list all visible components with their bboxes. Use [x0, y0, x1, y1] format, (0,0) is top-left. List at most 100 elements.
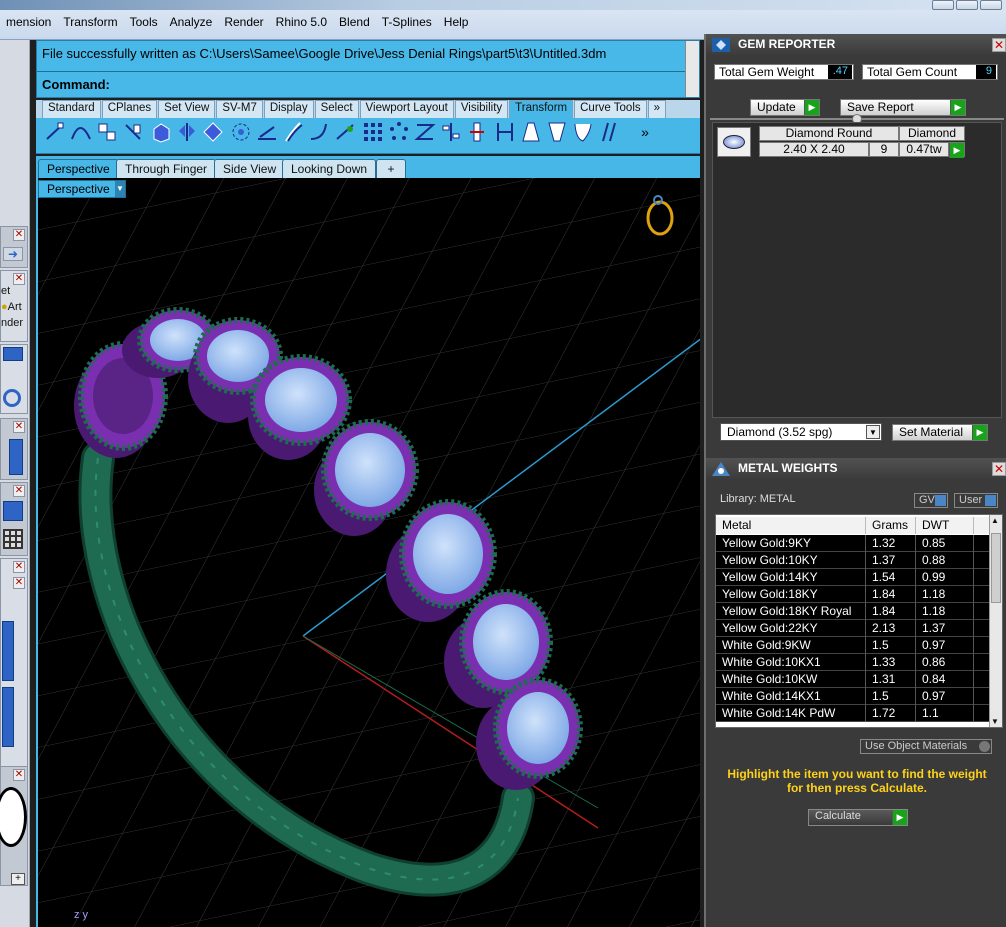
table-row[interactable]: White Gold:14KX1 1.5 0.97 — [716, 688, 990, 705]
material-select[interactable]: Diamond (3.52 spg) ▼ — [720, 423, 882, 441]
plus-icon[interactable]: + — [11, 873, 25, 885]
scroll-thumb[interactable] — [991, 533, 1001, 603]
close-icon[interactable]: ✕ — [13, 229, 25, 241]
column-header-dwt[interactable]: DWT — [916, 517, 974, 534]
close-icon[interactable]: ✕ — [13, 561, 25, 573]
menu-tools[interactable]: Tools — [124, 15, 164, 29]
tab-transform[interactable]: Transform — [509, 100, 574, 118]
table-scrollbar[interactable]: ▲ ▼ — [989, 515, 1002, 727]
tab-sv-m7[interactable]: SV-M7 — [216, 100, 263, 118]
grid-icon[interactable] — [3, 529, 23, 549]
array-icon[interactable] — [362, 121, 384, 143]
maelstrom-icon[interactable] — [598, 121, 620, 143]
tab-more[interactable]: » — [647, 100, 667, 118]
gv-toggle[interactable]: GV — [914, 493, 948, 508]
twist-icon[interactable] — [282, 121, 304, 143]
maximize-button[interactable] — [956, 0, 978, 10]
circle-icon[interactable] — [3, 389, 21, 407]
tab-cplanes[interactable]: CPlanes — [101, 100, 158, 118]
orient-icon[interactable] — [202, 121, 224, 143]
menu-blend[interactable]: Blend — [333, 15, 376, 29]
table-row[interactable]: Yellow Gold:18KY 1.84 1.18 — [716, 586, 990, 603]
curve-icon[interactable] — [70, 121, 92, 143]
command-prompt[interactable]: Command: — [42, 77, 110, 92]
table-row[interactable]: Yellow Gold:9KY 1.32 0.85 — [716, 535, 990, 552]
slider-icon[interactable] — [9, 439, 23, 475]
bend-icon[interactable] — [308, 121, 330, 143]
scale-icon[interactable] — [150, 121, 172, 143]
scroll-up-icon[interactable]: ▲ — [991, 516, 999, 525]
mirror-icon[interactable] — [176, 121, 198, 143]
column-header-metal[interactable]: Metal — [716, 517, 866, 534]
set-material-button[interactable]: Set Material ▶ — [892, 424, 988, 441]
chevron-down-icon[interactable]: ▼ — [115, 181, 125, 197]
close-window-button[interactable] — [980, 0, 1002, 10]
panel-icon[interactable] — [3, 501, 23, 521]
table-row[interactable]: White Gold:10KX1 1.33 0.86 — [716, 654, 990, 671]
tab-set-view[interactable]: Set View — [158, 100, 216, 118]
calculate-button[interactable]: Calculate ▶ — [808, 809, 908, 826]
perspective-viewport[interactable]: Perspective ▼ z y — [36, 178, 700, 927]
user-toggle[interactable]: User — [954, 493, 998, 508]
menu-help[interactable]: Help — [438, 15, 475, 29]
minimize-button[interactable] — [932, 0, 954, 10]
tab-viewport-layout[interactable]: Viewport Layout — [359, 100, 454, 118]
move-icon[interactable] — [44, 121, 66, 143]
taper-icon[interactable] — [520, 121, 542, 143]
menu-transform[interactable]: Transform — [57, 15, 123, 29]
tab-visibility[interactable]: Visibility — [454, 100, 509, 118]
rotate-icon[interactable] — [122, 121, 144, 143]
align-icon[interactable] — [414, 121, 436, 143]
scroll-down-icon[interactable]: ▼ — [991, 717, 999, 726]
table-row[interactable]: White Gold:9KW 1.5 0.97 — [716, 637, 990, 654]
overflow-icon[interactable]: » — [634, 121, 656, 143]
tab-standard[interactable]: Standard — [42, 100, 101, 118]
close-icon[interactable]: ✕ — [13, 769, 25, 781]
taper-alt-icon[interactable] — [546, 121, 568, 143]
menu-dimension[interactable]: mension — [0, 15, 57, 29]
layer-icon[interactable] — [3, 347, 23, 361]
tab-curve-tools[interactable]: Curve Tools — [574, 100, 647, 118]
update-button[interactable]: Update ▶ — [750, 99, 820, 116]
distribute-icon[interactable] — [440, 121, 462, 143]
shear-icon[interactable] — [256, 121, 278, 143]
layer-list-icon[interactable] — [2, 687, 14, 747]
tab-perspective[interactable]: Perspective — [38, 159, 119, 178]
menu-rhino5[interactable]: Rhino 5.0 — [270, 15, 333, 29]
table-row[interactable]: Yellow Gold:14KY 1.54 0.99 — [716, 569, 990, 586]
array-polar-icon[interactable] — [230, 121, 252, 143]
close-icon[interactable]: ✕ — [13, 577, 25, 589]
table-row[interactable]: Yellow Gold:18KY Royal 1.84 1.18 — [716, 603, 990, 620]
menu-render[interactable]: Render — [218, 15, 269, 29]
add-viewport-tab[interactable]: + — [376, 159, 406, 178]
array-polar-dots-icon[interactable] — [388, 121, 410, 143]
menu-analyze[interactable]: Analyze — [164, 15, 219, 29]
viewport-label[interactable]: Perspective ▼ — [38, 180, 126, 198]
table-row[interactable]: White Gold:10KW 1.31 0.84 — [716, 671, 990, 688]
layer-list-icon[interactable] — [2, 621, 14, 681]
use-object-materials-toggle[interactable]: Use Object Materials — [860, 739, 992, 754]
arrow-right-icon[interactable]: ➜ — [3, 247, 23, 261]
close-icon[interactable]: ✕ — [13, 273, 25, 285]
table-row[interactable]: White Gold:14K PdW 1.72 1.1 — [716, 705, 990, 722]
gem-go-button[interactable]: ▶ — [949, 142, 965, 158]
close-icon[interactable]: ✕ — [992, 462, 1006, 476]
menu-tsplines[interactable]: T-Splines — [376, 15, 438, 29]
column-header-grams[interactable]: Grams — [866, 517, 916, 534]
copy-icon[interactable] — [96, 121, 118, 143]
tab-side-view[interactable]: Side View — [214, 159, 286, 178]
tab-looking-down[interactable]: Looking Down — [282, 159, 377, 178]
command-scrollbar[interactable] — [685, 41, 699, 97]
close-icon[interactable]: ✕ — [13, 421, 25, 433]
table-row[interactable]: Yellow Gold:10KY 1.37 0.88 — [716, 552, 990, 569]
close-icon[interactable]: ✕ — [992, 38, 1006, 52]
project-icon[interactable] — [494, 121, 516, 143]
table-row[interactable]: Yellow Gold:22KY 2.13 1.37 — [716, 620, 990, 637]
viewport-scene[interactable] — [38, 178, 700, 927]
set-points-icon[interactable] — [466, 121, 488, 143]
tab-display[interactable]: Display — [263, 100, 314, 118]
splop-icon[interactable] — [572, 121, 594, 143]
tab-through-finger[interactable]: Through Finger — [116, 159, 217, 178]
flow-icon[interactable] — [334, 121, 356, 143]
tab-select[interactable]: Select — [314, 100, 359, 118]
